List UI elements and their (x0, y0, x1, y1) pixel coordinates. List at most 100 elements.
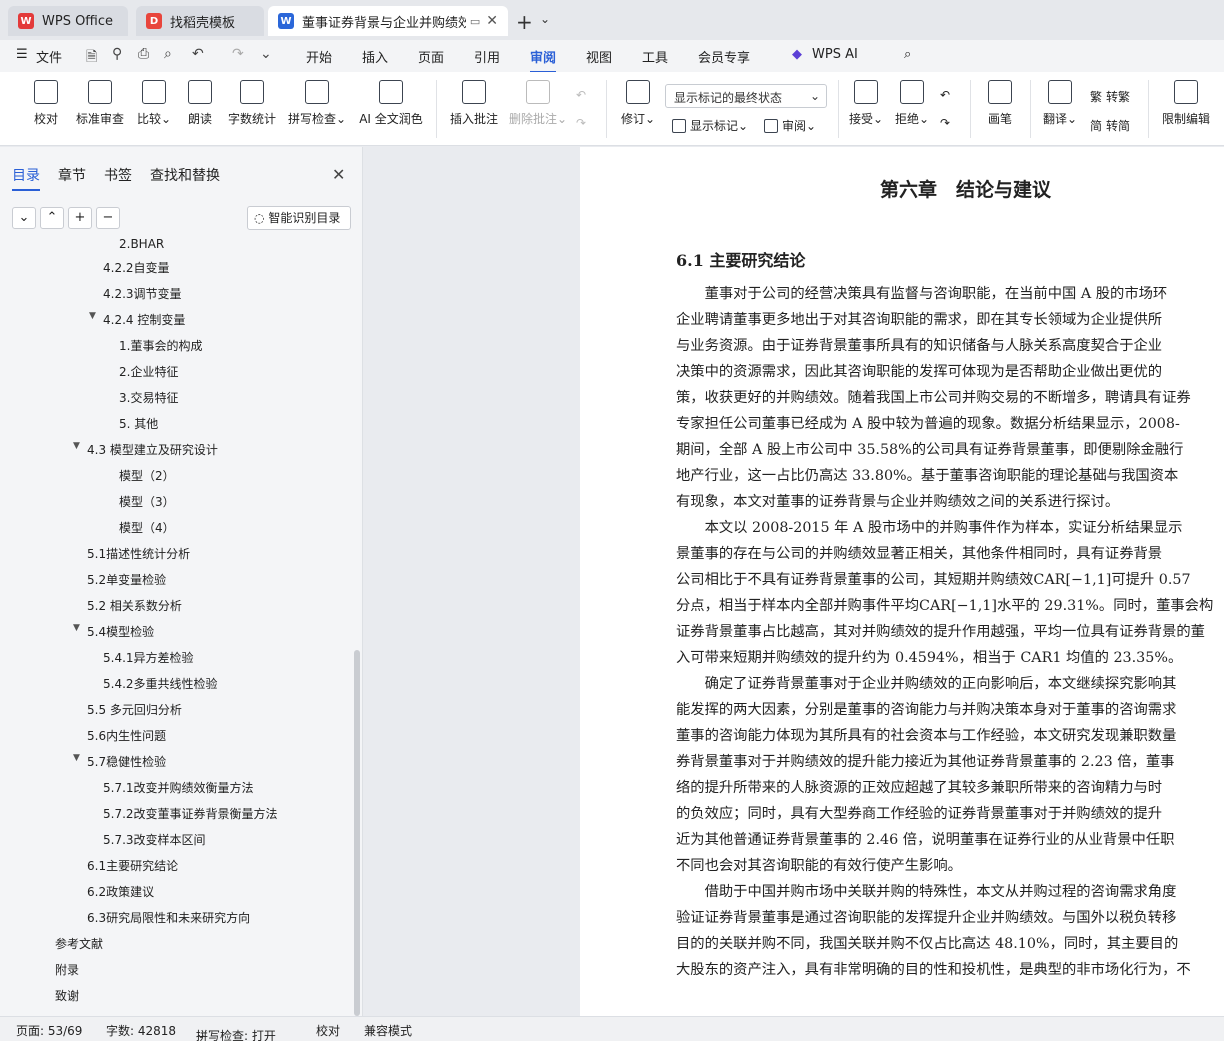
proof-status[interactable]: 校对 (316, 1022, 340, 1039)
toc-item[interactable]: ▼ 4.3 模型建立及研究设计 (73, 441, 218, 458)
toc-item[interactable]: 3.交易特征 (119, 389, 178, 406)
menu-page[interactable]: 页面 (418, 47, 444, 66)
toc-item[interactable]: 5. 其他 (119, 415, 158, 432)
ai-polish-button[interactable]: AI 全文润色 (354, 80, 428, 127)
toc-item[interactable]: 5.7.2改变董事证券背景衡量方法 (103, 805, 278, 822)
toc-item[interactable]: 5.2单变量检验 (87, 571, 166, 588)
tab-wps-office[interactable]: W WPS Office (8, 6, 128, 36)
markup-mode-select[interactable]: 显示标记的最终状态 ⌄ (665, 84, 827, 108)
toc-item[interactable]: 2.企业特征 (119, 363, 178, 380)
chevron-up-icon[interactable]: ⌃ (40, 207, 64, 229)
insert-comment-button[interactable]: 插入批注 (446, 80, 502, 127)
toc-item[interactable]: 5.4.1异方差检验 (103, 649, 194, 666)
show-markup-button[interactable]: 显示标记 ⌄ (672, 117, 748, 134)
toc-item[interactable]: 附录 (55, 961, 79, 978)
menu-reference[interactable]: 引用 (474, 47, 500, 66)
screen-icon[interactable]: ▭ (470, 15, 480, 28)
toc-item[interactable]: 6.2政策建议 (87, 883, 154, 900)
toc-item[interactable]: 5.6内生性问题 (87, 727, 166, 744)
menu-tools[interactable]: 工具 (642, 47, 668, 66)
toc-item[interactable]: 参考文献 (55, 935, 103, 952)
restrict-edit-button[interactable]: 限制编辑 (1158, 80, 1214, 127)
chevron-down-icon[interactable]: ⌄ (260, 46, 272, 62)
toc-item[interactable]: 5.5 多元回归分析 (87, 701, 182, 718)
menu-member[interactable]: 会员专享 (698, 47, 750, 66)
toc-item[interactable]: 4.2.2自变量 (103, 259, 170, 276)
toc-item[interactable]: 5.4.2多重共线性检验 (103, 675, 218, 692)
print-preview-icon[interactable]: ⌕ (164, 46, 172, 62)
reject-button[interactable]: 拒绝⌄ (892, 80, 932, 127)
menu-view[interactable]: 视图 (586, 47, 612, 66)
collapse-triangle-icon[interactable]: ▼ (73, 623, 80, 633)
tab-template[interactable]: D 找稻壳模板 (136, 6, 264, 36)
menu-review[interactable]: 审阅 (530, 47, 557, 73)
collapse-triangle-icon[interactable]: ▼ (89, 311, 96, 321)
sidebar-scrollbar[interactable] (354, 650, 360, 1016)
translate-button[interactable]: 翻译⌄ (1040, 80, 1080, 127)
accept-button[interactable]: 接受⌄ (846, 80, 886, 127)
menu-start[interactable]: 开始 (306, 47, 332, 66)
chevron-down-icon[interactable]: ⌄ (12, 207, 36, 229)
toc-item[interactable]: ▼ 4.2.4 控制变量 (89, 311, 185, 328)
tab-document[interactable]: W 董事证券背景与企业并购绩效 ▭ ✕ (268, 6, 508, 36)
menu-insert[interactable]: 插入 (362, 47, 388, 66)
print-icon[interactable]: ⎙ (138, 46, 149, 62)
compare-button[interactable]: 比较⌄ (132, 80, 176, 127)
tab-toc[interactable]: 目录 (12, 165, 40, 191)
pen-button[interactable]: 画笔 (980, 80, 1020, 127)
export-icon[interactable]: ⚲ (112, 46, 122, 62)
prev-change-icon[interactable]: ↶ (940, 88, 950, 102)
toc-item[interactable]: 致谢 (55, 987, 79, 1004)
toc-item[interactable]: 4.2.3调节变量 (103, 285, 182, 302)
tab-find-replace[interactable]: 查找和替换 (150, 165, 220, 185)
standard-review-button[interactable]: 标准审查 (72, 80, 128, 127)
close-icon[interactable]: ✕ (332, 165, 345, 184)
toc-item[interactable]: ▼ 5.4模型检验 (73, 623, 154, 640)
prev-comment-icon[interactable]: ↶ (576, 88, 586, 102)
track-changes-button[interactable]: 修订⌄ (616, 80, 660, 127)
save-icon[interactable]: 🗎 (86, 46, 97, 70)
minus-icon[interactable]: − (96, 207, 120, 229)
review-pane-button[interactable]: 审阅 ⌄ (764, 117, 816, 134)
chevron-down-icon[interactable]: ⌄ (540, 12, 550, 26)
menu-wps-ai[interactable]: WPS AI (812, 47, 858, 62)
toc-item[interactable]: 模型（3） (119, 493, 175, 510)
search-icon[interactable]: ⌕ (904, 47, 911, 62)
toc-item[interactable]: 5.7.3改变样本区间 (103, 831, 206, 848)
tab-bookmarks[interactable]: 书签 (104, 165, 132, 185)
next-comment-icon[interactable]: ↷ (576, 116, 586, 130)
menu-file[interactable]: 文件 (36, 47, 62, 66)
toc-item[interactable]: 5.2 相关系数分析 (87, 597, 182, 614)
hamburger-icon[interactable]: ☰ (16, 47, 28, 62)
document-page[interactable]: 第六章 结论与建议 6.1 主要研究结论 董事对于公司的经营决策具有监督与咨询职… (580, 147, 1224, 1016)
toc-item[interactable]: 模型（4） (119, 519, 175, 536)
toc-item[interactable]: ▼ 5.7稳健性检验 (73, 753, 166, 770)
read-aloud-button[interactable]: 朗读 (180, 80, 220, 127)
tab-chapters[interactable]: 章节 (58, 165, 86, 185)
toc-item[interactable]: 1.董事会的构成 (119, 337, 202, 354)
collapse-triangle-icon[interactable]: ▼ (73, 441, 80, 451)
toc-item[interactable]: 5.1描述性统计分析 (87, 545, 190, 562)
delete-comment-button[interactable]: 删除批注⌄ (506, 80, 570, 127)
to-traditional-button[interactable]: 繁 转繁 (1090, 88, 1130, 105)
toc-item[interactable]: 6.1主要研究结论 (87, 857, 178, 874)
text-line: 策，收获更好的并购绩效。随着我国上市公司并购交易的不断增多，聘请具有证券 (676, 390, 1191, 406)
plus-icon[interactable]: + (68, 207, 92, 229)
new-tab-icon[interactable]: + (516, 10, 533, 34)
toc-item[interactable]: 模型（2） (119, 467, 175, 484)
spell-check-button[interactable]: 拼写检查⌄ (284, 80, 350, 127)
word-count[interactable]: 字数: 42818 (106, 1022, 176, 1039)
word-count-button[interactable]: 字数统计 (224, 80, 280, 127)
undo-icon[interactable]: ↶ (192, 46, 204, 62)
to-simplified-button[interactable]: 简 转简 (1090, 117, 1130, 134)
next-change-icon[interactable]: ↷ (940, 116, 950, 130)
toc-item[interactable]: 5.7.1改变并购绩效衡量方法 (103, 779, 254, 796)
redo-icon[interactable]: ↷ (232, 46, 244, 62)
toc-item[interactable]: 6.3研究局限性和未来研究方向 (87, 909, 250, 926)
toc-item[interactable]: 2.BHAR (119, 239, 164, 251)
collapse-triangle-icon[interactable]: ▼ (73, 753, 80, 763)
page-indicator[interactable]: 页面: 53/69 (16, 1022, 82, 1039)
proofread-button[interactable]: 校对 (24, 80, 68, 127)
smart-toc-button[interactable]: ◌ 智能识别目录 (247, 206, 351, 230)
close-tab-icon[interactable]: ✕ (486, 13, 498, 29)
